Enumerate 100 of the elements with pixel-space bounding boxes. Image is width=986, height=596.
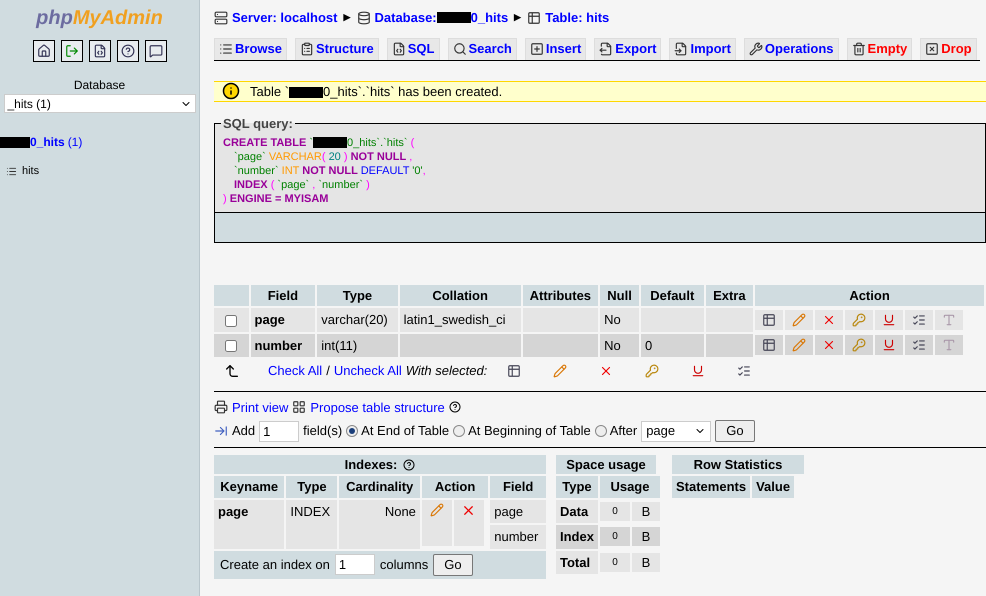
- column-header: Null: [600, 284, 639, 306]
- pencil-icon: [553, 364, 568, 378]
- list-check-icon: [912, 312, 926, 327]
- column-header: Attributes: [522, 284, 598, 306]
- database-label: Database: [74, 77, 126, 94]
- table-cell: page: [250, 308, 316, 332]
- row-checkbox[interactable]: [225, 340, 238, 352]
- list-check-action-button[interactable]: [905, 310, 934, 330]
- space-usage-title: Space usage: [556, 455, 656, 474]
- key-action-button[interactable]: [845, 335, 874, 356]
- add-column-icon: [214, 424, 228, 438]
- database-link[interactable]: 0_hits (1): [0, 133, 82, 151]
- underline-action-button[interactable]: [875, 310, 904, 330]
- position-label: At Beginning of Table: [468, 422, 591, 440]
- separator-text: /: [326, 362, 330, 380]
- key-icon: [645, 364, 660, 378]
- list-check-action-button[interactable]: [905, 335, 934, 356]
- table-cell: INDEX: [286, 500, 338, 548]
- help-icon: [448, 401, 461, 414]
- column-header: Statements: [672, 476, 750, 498]
- underline-action-button[interactable]: [875, 335, 904, 356]
- grid-icon: [292, 400, 306, 414]
- import-file-icon: [674, 42, 688, 56]
- list-check-icon: [737, 364, 752, 378]
- plus-icon: [530, 42, 544, 56]
- speech-bubble-button[interactable]: [144, 40, 166, 62]
- go-button[interactable]: Go: [433, 554, 473, 576]
- help-button[interactable]: [116, 40, 138, 62]
- tab[interactable]: Search: [448, 38, 517, 60]
- column-header: Cardinality: [339, 476, 420, 498]
- sql-window-button[interactable]: [88, 40, 110, 62]
- table-cell: B: [632, 527, 660, 546]
- breadcrumb-link[interactable]: Table: hits: [545, 8, 610, 28]
- table-cell: 0: [600, 502, 630, 521]
- field-count-input[interactable]: 1: [259, 420, 300, 442]
- table-cell: Data: [556, 500, 598, 523]
- sql-window-icon: [92, 44, 106, 58]
- exit-button[interactable]: [60, 40, 82, 62]
- table-cell: int(11): [317, 334, 398, 357]
- search-icon: [452, 42, 466, 56]
- server-icon: [214, 10, 228, 25]
- column-header: Field: [490, 476, 546, 498]
- exit-icon: [64, 44, 78, 58]
- table-icon: [762, 338, 776, 352]
- tab[interactable]: Browse: [214, 38, 287, 60]
- table-action-button[interactable]: [755, 310, 784, 330]
- column-header: Type: [317, 284, 398, 306]
- table-action-button[interactable]: [755, 335, 784, 356]
- position-label: After: [610, 422, 638, 440]
- position-radio[interactable]: [346, 425, 358, 437]
- logo: phpMyAdmin: [36, 8, 163, 28]
- position-radio[interactable]: [453, 425, 466, 437]
- position-label: At End of Table: [361, 422, 450, 440]
- key-action-button[interactable]: [643, 362, 662, 380]
- position-radio[interactable]: [594, 425, 607, 437]
- row-checkbox[interactable]: [225, 314, 238, 327]
- table-icon: [6, 166, 17, 177]
- list-icon: [219, 42, 233, 56]
- after-column-select[interactable]: page: [641, 420, 712, 442]
- propose-structure-link[interactable]: Propose table structure: [310, 398, 445, 417]
- sql-line: CREATE TABLE ` 0_hits`.`hits` (: [223, 136, 416, 150]
- printer-icon: [214, 400, 228, 414]
- cross-action-button[interactable]: [815, 310, 844, 330]
- table-cell: B: [632, 552, 660, 572]
- column-header: Default: [640, 284, 704, 306]
- table-cell: number: [490, 525, 546, 548]
- uncheck-all-link[interactable]: Uncheck All: [334, 361, 402, 380]
- cross-action-button[interactable]: [815, 335, 844, 356]
- pencil-action-button[interactable]: [551, 362, 570, 380]
- tab[interactable]: Import: [669, 38, 736, 60]
- with-selected-label: With selected:: [406, 362, 488, 380]
- pencil-icon: [792, 312, 806, 327]
- tab[interactable]: Operations: [744, 38, 839, 60]
- help-icon: [403, 458, 416, 470]
- key-action-button[interactable]: [845, 310, 874, 330]
- home-button[interactable]: [32, 40, 54, 62]
- print-view-link[interactable]: Print view: [232, 398, 288, 417]
- pencil-icon: [792, 338, 806, 352]
- go-button[interactable]: Go: [715, 420, 755, 442]
- table-link[interactable]: hits: [22, 163, 40, 180]
- text-type-icon: [942, 312, 956, 327]
- corner-arrow-icon: [224, 362, 240, 379]
- database-select[interactable]: _hits (1): [4, 94, 196, 113]
- tab[interactable]: Insert: [524, 38, 586, 60]
- trash-icon: [852, 42, 866, 56]
- column-header: Value: [752, 476, 794, 498]
- sql-line: ) ENGINE = MYISAM: [223, 192, 330, 206]
- column-count-input[interactable]: 1: [334, 554, 375, 575]
- table-cell: 0: [600, 552, 630, 572]
- tab[interactable]: SQL: [386, 38, 440, 60]
- tab[interactable]: Export: [594, 38, 662, 60]
- breadcrumb-link[interactable]: Server: localhost: [232, 8, 338, 28]
- check-all-link[interactable]: Check All: [268, 361, 322, 380]
- table-cell: Index: [556, 525, 598, 548]
- column-header: Type: [556, 476, 598, 498]
- column-header: Action: [755, 284, 984, 306]
- pencil-action-button[interactable]: [422, 500, 452, 546]
- x-square-icon: [925, 42, 940, 56]
- tab[interactable]: Structure: [294, 38, 379, 60]
- breadcrumb-link[interactable]: Database: 0_hits: [374, 8, 508, 28]
